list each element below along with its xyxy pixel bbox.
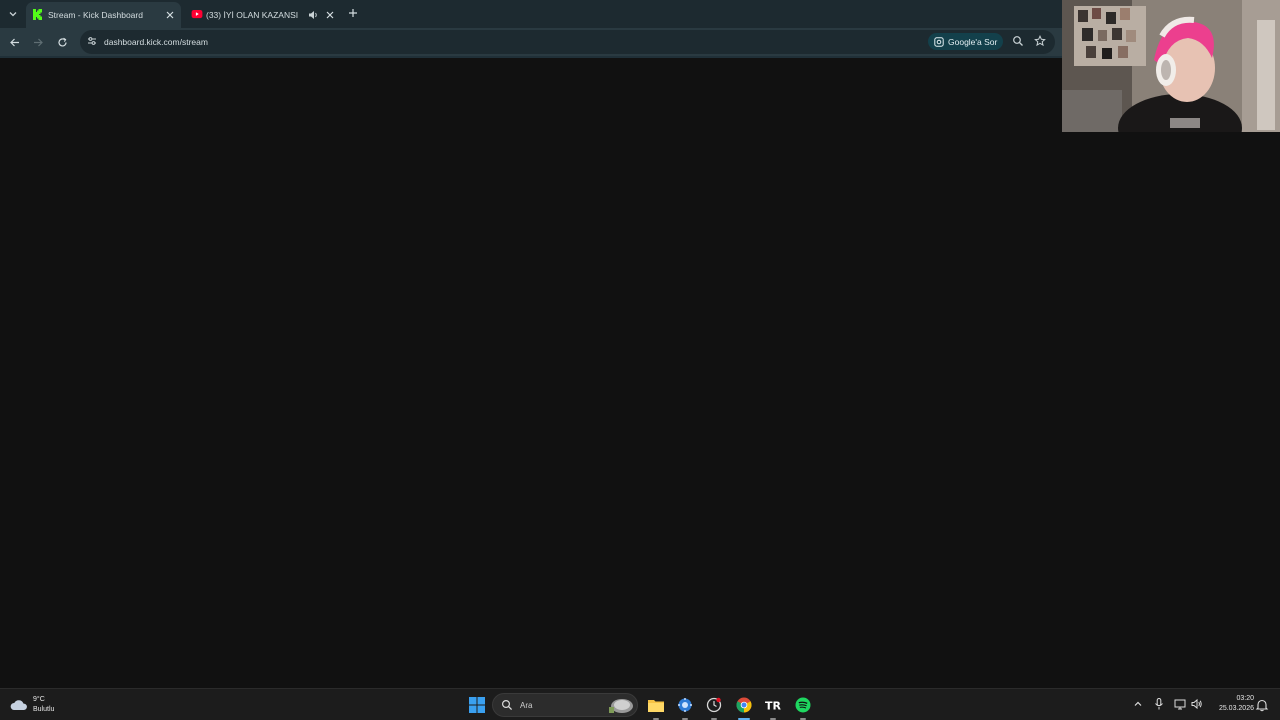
page-content-area[interactable]: [0, 58, 1280, 688]
taskbar-search-box[interactable]: Ara: [492, 693, 638, 717]
file-explorer-icon[interactable]: [646, 695, 666, 715]
notification-bell-icon[interactable]: [1255, 698, 1269, 712]
bookmark-star-icon[interactable]: [1034, 35, 1046, 47]
zoom-magnifier-icon[interactable]: [1012, 35, 1024, 47]
browser-toolbar: dashboard.kick.com/stream Google'a Sor: [0, 28, 1062, 56]
search-placeholder: Ara: [520, 701, 533, 710]
tab-search-chevron-icon[interactable]: [4, 5, 22, 23]
cloud-icon: [10, 700, 27, 710]
search-highlight-doodle-icon: [609, 699, 633, 713]
weather-widget[interactable]: 9°C Bulutlu: [10, 693, 54, 717]
system-clock[interactable]: 03:20 25.03.2026: [1208, 694, 1254, 714]
kick-logo-icon: [33, 9, 42, 20]
network-icon[interactable]: [1173, 697, 1187, 711]
windows-start-icon[interactable]: [467, 695, 487, 715]
forward-arrow-icon[interactable]: [30, 34, 46, 50]
lens-icon: [934, 36, 944, 47]
webcam-overlay: [1062, 0, 1280, 132]
new-tab-plus-icon[interactable]: [346, 6, 360, 20]
address-bar[interactable]: dashboard.kick.com/stream Google'a Sor: [80, 30, 1055, 54]
svg-text:TR: TR: [765, 700, 781, 712]
weather-condition: Bulutlu: [33, 706, 55, 713]
tr-app-icon[interactable]: TR: [763, 695, 783, 715]
audio-playing-icon[interactable]: [307, 9, 319, 21]
clock-app-icon[interactable]: [704, 695, 724, 715]
spotify-icon[interactable]: [793, 695, 813, 715]
clock-time: 03:20: [1236, 695, 1254, 702]
google-ask-button[interactable]: Google'a Sor: [928, 33, 1003, 50]
search-icon: [501, 699, 513, 711]
microphone-icon[interactable]: [1152, 697, 1166, 711]
url-text[interactable]: dashboard.kick.com/stream: [104, 37, 208, 47]
chrome-icon[interactable]: [734, 695, 754, 715]
webcam-feed-image: [1062, 0, 1280, 132]
volume-icon[interactable]: [1190, 697, 1204, 711]
close-tab-icon[interactable]: [324, 9, 336, 21]
close-tab-icon[interactable]: [164, 9, 176, 21]
tab-kick-dashboard[interactable]: Stream - Kick Dashboard: [26, 2, 181, 28]
weather-temperature: 9°C: [33, 696, 45, 703]
windows-taskbar: 9°C Bulutlu Ara TR 03:20 25.03.2026: [0, 688, 1280, 720]
reload-icon[interactable]: [54, 34, 70, 50]
tab-title: (33) İYİ OLAN KAZANSIN!!: [206, 10, 298, 20]
back-arrow-icon[interactable]: [6, 34, 22, 50]
browser-tab-bar: Stream - Kick Dashboard (33) İYİ OLAN KA…: [0, 0, 1062, 28]
settings-app-icon[interactable]: [675, 695, 695, 715]
clock-date: 25.03.2026: [1218, 705, 1254, 712]
tab-title: Stream - Kick Dashboard: [48, 10, 143, 20]
show-hidden-icons-chevron-icon[interactable]: [1131, 697, 1145, 711]
youtube-icon: [191, 10, 203, 19]
site-info-tune-icon[interactable]: [86, 35, 98, 47]
tab-youtube-video[interactable]: (33) İYİ OLAN KAZANSIN!!: [184, 2, 344, 28]
google-ask-label: Google'a Sor: [948, 36, 998, 47]
